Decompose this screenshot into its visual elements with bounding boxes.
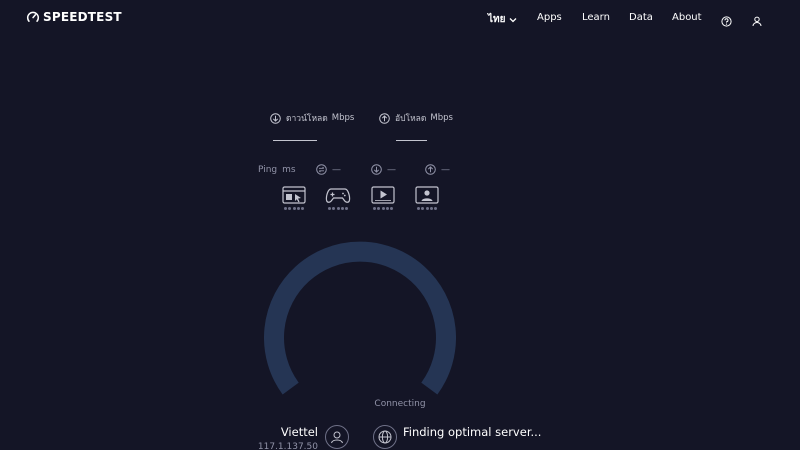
gauge-track	[264, 241, 456, 395]
user-icon	[752, 16, 762, 27]
server-status: Finding optimal server...	[403, 425, 542, 439]
top-nav-bar: SPEEDTEST ไทย Apps Learn Data About	[0, 0, 800, 36]
idle-latency-icon	[316, 164, 327, 175]
help-icon	[721, 16, 732, 27]
upload-label-text: อัปโหลด	[395, 114, 427, 124]
language-selector[interactable]: ไทย	[488, 12, 517, 27]
ping-label: Ping ms	[258, 165, 296, 175]
nav-about[interactable]: About	[672, 12, 702, 23]
upload-unit: Mbps	[430, 113, 453, 123]
nav-data[interactable]: Data	[629, 12, 653, 23]
download-latency-icon	[371, 164, 382, 175]
download-label: ดาวน์โหลด Mbps	[270, 111, 354, 125]
idle-latency: —	[316, 164, 341, 175]
upload-label: อัปโหลด Mbps	[379, 111, 453, 125]
upload-latency-value: —	[441, 164, 450, 175]
activity-video-streaming	[370, 186, 396, 210]
nav-learn[interactable]: Learn	[582, 12, 610, 23]
ping-unit: ms	[282, 165, 296, 175]
video-chat-icon	[415, 186, 439, 204]
account-button[interactable]	[752, 12, 762, 31]
speedtest-logo[interactable]: SPEEDTEST	[26, 10, 122, 24]
ping-label-text: Ping	[258, 165, 278, 175]
brand-name: SPEEDTEST	[43, 10, 122, 24]
connection-status: Connecting	[374, 399, 426, 409]
isp-name: Viettel	[280, 425, 318, 439]
download-value-placeholder	[273, 140, 317, 141]
ip-address: 117.1.137.50	[257, 442, 318, 450]
chevron-down-icon	[510, 17, 517, 22]
download-latency-value: —	[387, 164, 396, 175]
idle-latency-value: —	[332, 164, 341, 175]
video-streaming-icon	[371, 186, 395, 204]
download-arrow-icon	[270, 112, 281, 124]
isp-user-button[interactable]	[325, 425, 349, 449]
speed-gauge	[264, 241, 456, 395]
language-label: ไทย	[488, 14, 506, 25]
help-button[interactable]	[721, 12, 732, 31]
upload-arrow-icon	[379, 112, 390, 124]
activity-video-chat	[414, 186, 440, 210]
speedometer-logo-icon	[26, 11, 40, 22]
web-browsing-icon	[282, 186, 306, 204]
globe-icon	[378, 430, 392, 444]
server-select-button[interactable]	[373, 425, 397, 449]
download-unit: Mbps	[331, 113, 355, 123]
nav-apps[interactable]: Apps	[537, 12, 562, 23]
upload-value-placeholder	[396, 140, 427, 141]
gaming-icon	[325, 188, 351, 203]
activity-gaming	[325, 186, 351, 210]
upload-latency: —	[425, 164, 450, 175]
user-icon	[331, 431, 343, 444]
activity-web-browsing	[281, 186, 307, 210]
download-latency: —	[371, 164, 396, 175]
download-label-text: ดาวน์โหลด	[286, 114, 328, 124]
upload-latency-icon	[425, 164, 436, 175]
